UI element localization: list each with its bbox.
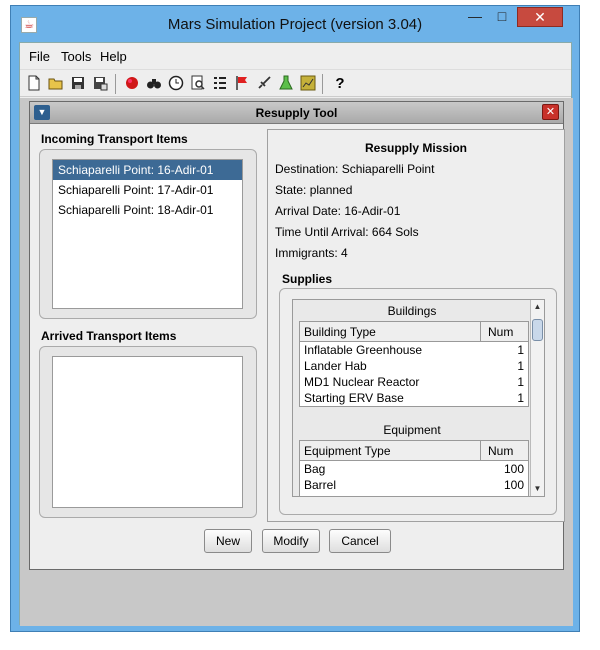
list-item[interactable]: Schiaparelli Point: 18-Adir-01	[53, 200, 242, 220]
incoming-transport-title: Incoming Transport Items	[41, 132, 188, 146]
building-type-cell: Lander Hab	[304, 359, 367, 373]
maximize-button[interactable]: □	[489, 7, 515, 27]
table-row[interactable]: Inflatable Greenhouse 1	[300, 342, 528, 358]
table-row[interactable]: MD1 Nuclear Reactor 1	[300, 374, 528, 390]
client-area: File Tools Help ? ▼ Resupply Tool ✕ Inco…	[19, 42, 573, 626]
save-icon[interactable]	[68, 75, 88, 93]
mission-state: State: planned	[275, 183, 353, 197]
equipment-num-cell: 100	[503, 462, 524, 476]
help-icon[interactable]: ?	[330, 75, 350, 93]
mission-destination: Destination: Schiaparelli Point	[275, 162, 435, 176]
cancel-button[interactable]: Cancel	[329, 529, 391, 553]
open-folder-icon[interactable]	[46, 75, 66, 93]
new-button[interactable]: New	[204, 529, 252, 553]
list-item[interactable]: Schiaparelli Point: 16-Adir-01	[53, 160, 242, 180]
menu-file[interactable]: File	[29, 49, 50, 64]
building-num-cell: 1	[517, 359, 524, 373]
building-num-cell: 1	[517, 375, 524, 389]
equipment-type-cell: Bag	[304, 462, 326, 476]
desktop-pane: ▼ Resupply Tool ✕ Incoming Transport Ite…	[20, 98, 573, 626]
table-row[interactable]: Starting ERV Base 1	[300, 390, 528, 406]
mission-title: Resupply Mission	[364, 141, 468, 155]
building-num-cell: 1	[517, 343, 524, 357]
column-divider	[480, 322, 481, 342]
equipment-type-cell: Barrel	[304, 478, 337, 492]
buildings-section-title: Buildings	[387, 304, 437, 318]
rocket-icon[interactable]	[254, 75, 274, 93]
mission-immigrants: Immigrants: 4	[275, 246, 348, 260]
building-num-cell: 1	[517, 391, 524, 405]
scrollbar-thumb[interactable]	[532, 319, 543, 341]
scroll-down-icon[interactable]: ▼	[531, 482, 544, 496]
mission-time-until-arrival: Time Until Arrival: 664 Sols	[275, 225, 419, 239]
close-tool-button[interactable]: ✕	[542, 104, 559, 120]
equipment-num-header[interactable]: Num	[488, 441, 513, 461]
settings-list-icon[interactable]	[210, 75, 230, 93]
save-as-icon[interactable]	[90, 75, 110, 93]
window-titlebar[interactable]: ☕ Mars Simulation Project (version 3.04)…	[11, 6, 579, 42]
mars-icon[interactable]	[122, 75, 142, 93]
list-item[interactable]: Schiaparelli Point: 17-Adir-01	[53, 180, 242, 200]
mission-detail-panel: Resupply Mission Destination: Schiaparel…	[267, 129, 565, 522]
column-divider	[480, 441, 481, 461]
building-num-header[interactable]: Num	[488, 322, 513, 342]
menu-help[interactable]: Help	[100, 49, 127, 64]
supplies-scroll-pane[interactable]: Buildings Building Type Num Inflatable G…	[292, 299, 545, 497]
modify-button[interactable]: Modify	[262, 529, 320, 553]
resupply-tool-window: ▼ Resupply Tool ✕ Incoming Transport Ite…	[29, 101, 565, 570]
building-type-cell: Starting ERV Base	[304, 391, 404, 405]
building-type-header[interactable]: Building Type	[304, 322, 376, 342]
incoming-transport-list[interactable]: Schiaparelli Point: 16-Adir-01 Schiapare…	[52, 159, 243, 309]
incoming-transport-group: Schiaparelli Point: 16-Adir-01 Schiapare…	[39, 149, 257, 319]
science-flask-icon[interactable]	[276, 75, 296, 93]
equipment-table[interactable]: Equipment Type Num Bag 100 Barrel 100	[299, 440, 529, 496]
equipment-table-header: Equipment Type Num	[300, 441, 528, 461]
clock-icon[interactable]	[166, 75, 186, 93]
new-file-icon[interactable]	[24, 75, 44, 93]
resupply-tool-titlebar[interactable]: ▼ Resupply Tool ✕	[30, 102, 563, 124]
menu-bar: File Tools Help	[20, 43, 571, 67]
equipment-type-header[interactable]: Equipment Type	[304, 441, 391, 461]
toolbar-separator	[115, 74, 116, 94]
equipment-num-cell: 100	[503, 478, 524, 492]
arrived-transport-title: Arrived Transport Items	[41, 329, 177, 343]
supplies-title: Supplies	[282, 272, 333, 286]
toolbar: ?	[20, 69, 571, 97]
table-row[interactable]: Bag 100	[300, 461, 528, 477]
menu-tools[interactable]: Tools	[61, 49, 91, 64]
equipment-section-title: Equipment	[383, 423, 441, 437]
building-type-cell: MD1 Nuclear Reactor	[304, 375, 420, 389]
buildings-table-header: Building Type Num	[300, 322, 528, 342]
resupply-tool-title: Resupply Tool	[255, 106, 338, 120]
buildings-table[interactable]: Building Type Num Inflatable Greenhouse 1…	[299, 321, 529, 407]
binoculars-icon[interactable]	[144, 75, 164, 93]
mission-arrival-date: Arrival Date: 16-Adir-01	[275, 204, 401, 218]
arrived-transport-group	[39, 346, 257, 518]
supplies-scrollbar[interactable]: ▲ ▼	[530, 300, 544, 496]
minimize-button[interactable]: —	[462, 7, 488, 27]
search-icon[interactable]	[188, 75, 208, 93]
supplies-group: Buildings Building Type Num Inflatable G…	[279, 288, 557, 515]
table-row[interactable]: Lander Hab 1	[300, 358, 528, 374]
building-type-cell: Inflatable Greenhouse	[304, 343, 423, 357]
app-window: ☕ Mars Simulation Project (version 3.04)…	[10, 5, 580, 632]
arrived-transport-list[interactable]	[52, 356, 243, 508]
chart-icon[interactable]	[298, 75, 318, 93]
toolbar-separator	[322, 74, 323, 94]
scroll-up-icon[interactable]: ▲	[531, 300, 544, 314]
flag-icon[interactable]	[232, 75, 252, 93]
close-window-button[interactable]: ✕	[517, 7, 563, 27]
table-row[interactable]: Barrel 100	[300, 477, 528, 493]
